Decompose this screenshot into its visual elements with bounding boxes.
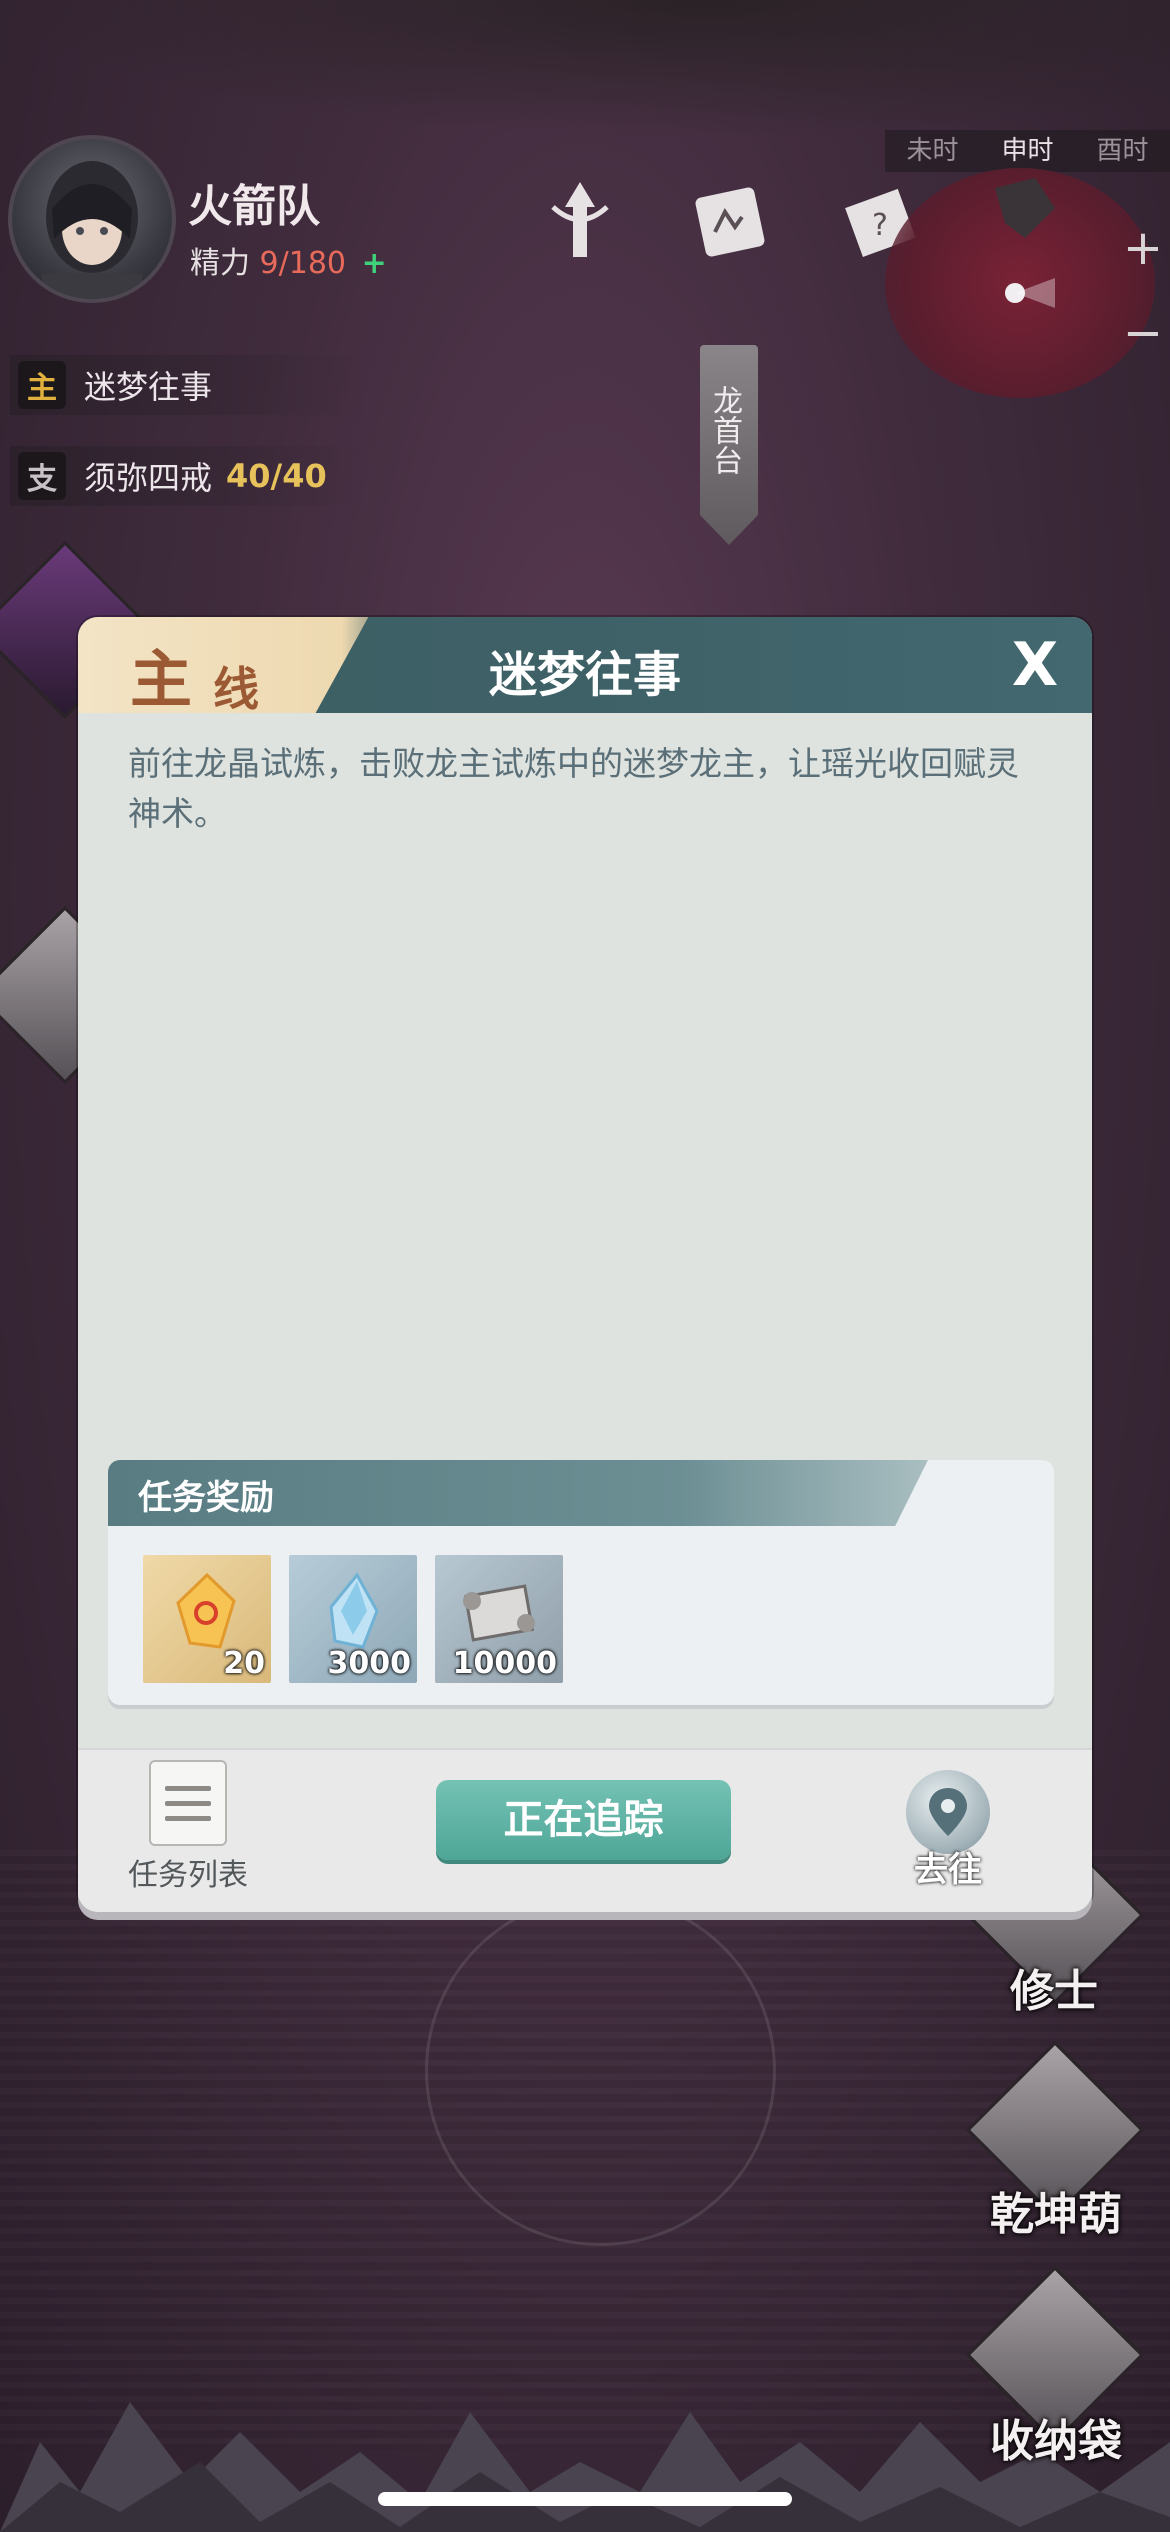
quest-description: 前往龙晶试炼，击败龙主试炼中的迷梦龙主，让瑶光收回赋灵神术。 (128, 744, 1019, 833)
side-quest-title: 须弥四戒 (84, 459, 213, 497)
add-energy-button[interactable]: + (362, 246, 387, 281)
time-slot-current: 申时 (1001, 136, 1054, 166)
list-icon (149, 1760, 227, 1846)
scroll-map-icon[interactable] (680, 172, 780, 272)
reward-item[interactable]: 3000 (289, 1555, 417, 1683)
reward-quantity: 20 (223, 1646, 265, 1681)
main-quest-tag: 主 (18, 361, 66, 409)
minimap-terrain (995, 178, 1055, 308)
time-of-day-bar: 未时 申时 酉时 (885, 130, 1170, 172)
zoom-out-button[interactable]: − (1120, 309, 1166, 357)
minimap[interactable] (885, 168, 1155, 398)
reward-quantity: 3000 (327, 1646, 412, 1681)
close-button[interactable]: X (1000, 627, 1070, 703)
player-name: 火箭队 (188, 181, 320, 232)
energy-indicator: 精力 9/180 + (190, 238, 387, 282)
location-name: 龙首台 (707, 385, 742, 475)
task-list-label: 任务列表 (128, 1858, 248, 1893)
dialog-header: 主 线 迷梦往事 X (78, 617, 1092, 713)
dialog-title: 迷梦往事 (488, 647, 681, 703)
side-quest-progress: 40/40 (226, 457, 327, 495)
time-slot: 酉时 (1096, 136, 1149, 166)
reward-quantity: 10000 (452, 1646, 557, 1681)
virtual-joystick[interactable] (425, 1895, 776, 2246)
top-toolbar: ? (530, 172, 930, 272)
character-portrait-icon (42, 161, 142, 299)
background-mountains (0, 0, 1170, 140)
tracker-side-quest[interactable]: 支 须弥四戒 40/40 (10, 446, 370, 506)
reward-item[interactable]: 20 (143, 1555, 271, 1683)
tracking-button[interactable]: 正在追踪 (436, 1780, 731, 1860)
reward-panel: 任务奖励 20 3000 10000 (108, 1460, 1054, 1705)
reward-header-label: 任务奖励 (138, 1478, 274, 1518)
time-slot: 未时 (906, 136, 959, 166)
goto-button[interactable]: 去往 (898, 1770, 998, 1900)
dialog-footer: 任务列表 正在追踪 去往 (78, 1748, 1092, 1912)
reward-list: 20 3000 10000 (143, 1555, 563, 1683)
home-indicator[interactable] (378, 2492, 792, 2506)
storage-bag-label: 收纳袋 (990, 2416, 1122, 2467)
task-list-button[interactable]: 任务列表 (118, 1760, 258, 1900)
gourd-label: 乾坤葫 (990, 2189, 1122, 2240)
goto-label: 去往 (914, 1850, 982, 1890)
side-quest-tag: 支 (18, 452, 66, 500)
totem-icon[interactable] (530, 172, 630, 272)
quest-dialog: 主 线 迷梦往事 X 前往龙晶试炼，击败龙主试炼中的迷梦龙主，让瑶光收回赋灵神术… (78, 617, 1092, 1912)
energy-current: 9 (259, 246, 279, 281)
cultivator-label: 修士 (1010, 1966, 1098, 2017)
main-quest-title: 迷梦往事 (84, 368, 213, 406)
reward-header: 任务奖励 (108, 1460, 928, 1526)
player-avatar[interactable] (8, 135, 176, 303)
location-sign[interactable]: 龙首台 (700, 345, 758, 545)
energy-label: 精力 (190, 246, 250, 281)
zoom-in-button[interactable]: + (1120, 224, 1166, 272)
energy-max: /180 (278, 246, 347, 281)
reward-item[interactable]: 10000 (435, 1555, 563, 1683)
tracker-main-quest[interactable]: 主 迷梦往事 (10, 355, 370, 415)
